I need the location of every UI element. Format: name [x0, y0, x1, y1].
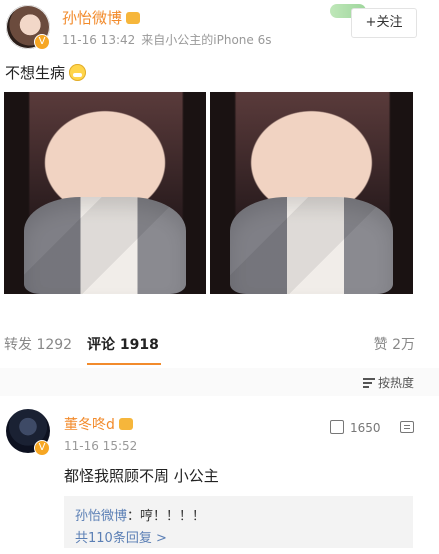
author-name-text: 孙怡微博	[62, 9, 123, 27]
photo-scarf	[230, 197, 393, 294]
post-photo-1[interactable]	[4, 92, 206, 294]
comment-like-button[interactable]: 1650	[330, 420, 381, 435]
vip-icon	[118, 418, 133, 430]
post-source: 来自小公主的iPhone 6s	[141, 33, 272, 47]
comment-author-name-text: 董冬咚d	[64, 417, 115, 433]
follow-button[interactable]: +关注	[351, 8, 417, 38]
comment-like-count: 1650	[350, 421, 381, 435]
reply-author-link[interactable]: 孙怡微博	[75, 509, 127, 524]
post-timestamp: 11-16 13:42	[62, 33, 136, 47]
comment-timestamp: 11-16 15:52	[64, 439, 138, 453]
sort-by-hot-button[interactable]: 按热度	[362, 374, 414, 391]
thumbs-up-icon	[330, 420, 344, 434]
comment-verified-badge-icon: V	[34, 440, 50, 456]
reply-preview[interactable]: 孙怡微博：哼！！！！ 共110条回复 >	[64, 496, 413, 548]
post-tabs: 转发 1292 评论 1918 赞 2万	[0, 322, 439, 366]
author-name[interactable]: 孙怡微博	[62, 7, 141, 28]
sort-icon	[362, 378, 375, 388]
verified-badge-icon: V	[34, 34, 50, 50]
photo-scarf	[24, 197, 186, 294]
weibo-post-page: V 孙怡微博 11-16 13:42 来自小公主的iPhone 6s +关注 不想…	[0, 0, 439, 554]
sick-face-emoji-icon	[69, 64, 87, 81]
comment-text: 都怪我照顾不周 小公主	[64, 467, 219, 485]
post-meta: 11-16 13:42 来自小公主的iPhone 6s	[62, 31, 271, 48]
post-text-content: 不想生病	[5, 64, 66, 82]
comment-author-name[interactable]: 董冬咚d	[64, 414, 133, 434]
active-tab-indicator	[87, 363, 161, 365]
post-text: 不想生病	[5, 62, 87, 83]
follow-label: +关注	[365, 15, 403, 30]
vip-icon	[126, 12, 141, 24]
reply-more-link[interactable]: 共110条回复 >	[75, 527, 167, 546]
sort-label: 按热度	[377, 376, 414, 390]
tab-repost[interactable]: 转发 1292	[4, 334, 72, 354]
reply-text: ：哼！！！！	[127, 509, 206, 524]
post-photo-2[interactable]	[210, 92, 413, 294]
post-header: V 孙怡微博 11-16 13:42 来自小公主的iPhone 6s +关注	[0, 0, 439, 58]
sort-bar: 按热度	[0, 368, 439, 396]
tab-comments[interactable]: 评论 1918	[87, 334, 159, 354]
reply-preview-line: 孙怡微博：哼！！！！	[75, 505, 205, 524]
tab-likes[interactable]: 赞 2万	[374, 334, 415, 354]
reply-icon[interactable]	[400, 421, 414, 433]
